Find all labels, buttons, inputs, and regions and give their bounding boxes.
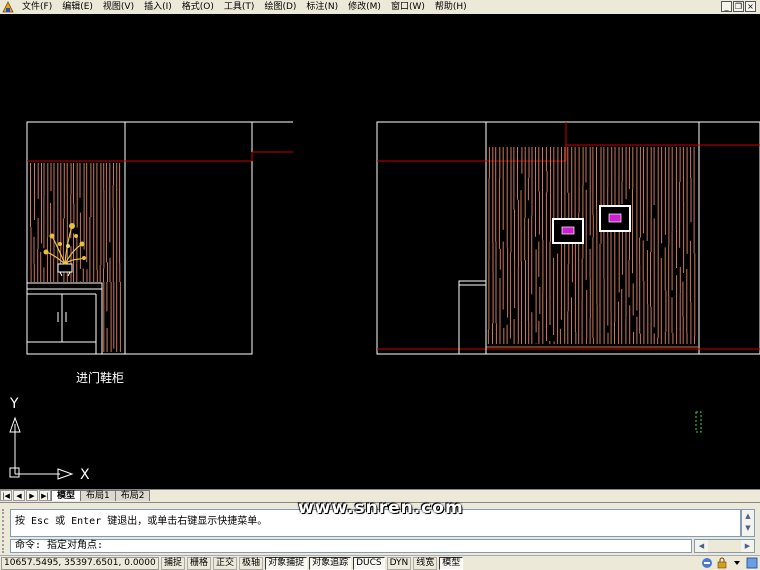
restore-icon[interactable]: ❐ <box>733 1 744 12</box>
lock-icon[interactable] <box>716 557 728 569</box>
toggle-lineweight[interactable]: 线宽 <box>413 556 438 570</box>
drawing-canvas[interactable]: 进门鞋柜 Y X <box>0 14 760 489</box>
wood-grain-panel <box>30 163 121 352</box>
menu-tools[interactable]: 工具(T) <box>219 0 260 14</box>
menu-file[interactable]: 文件(F) <box>17 0 57 14</box>
selection-grip[interactable] <box>695 411 702 433</box>
toggle-osnap[interactable]: 对象捕捉 <box>265 556 308 570</box>
left-elevation <box>26 121 293 355</box>
toggle-dyn[interactable]: DYN <box>386 556 412 570</box>
command-history-scrollbar[interactable]: ▲ ▼ <box>741 509 755 537</box>
toggle-otrack[interactable]: 对象追踪 <box>309 556 352 570</box>
watermark: www.snren.com <box>298 498 464 518</box>
picture-frame-left <box>552 218 584 244</box>
command-window-grip[interactable] <box>2 509 6 553</box>
scroll-right-icon[interactable]: ▶ <box>741 540 754 552</box>
minimize-icon[interactable]: _ <box>721 1 732 12</box>
menu-bar: 文件(F) 编辑(E) 视图(V) 插入(I) 格式(O) 工具(T) 绘图(D… <box>0 0 760 14</box>
menu-draw[interactable]: 绘图(D) <box>259 0 301 14</box>
cad-drawing: 进门鞋柜 Y X <box>9 121 760 483</box>
chevron-down-icon[interactable] <box>731 557 743 569</box>
tab-layout2[interactable]: 布局2 <box>114 490 151 501</box>
autocad-app-icon[interactable] <box>2 1 14 13</box>
menu-view[interactable]: 视图(V) <box>98 0 139 14</box>
toggle-polar[interactable]: 极轴 <box>239 556 264 570</box>
status-bar: 10657.5495, 35397.6501, 0.0000 捕捉 栅格 正交 … <box>0 555 760 570</box>
menu-dimension[interactable]: 标注(N) <box>301 0 343 14</box>
next-tab-icon[interactable]: ▶ <box>26 490 38 501</box>
clean-screen-icon[interactable] <box>746 557 758 569</box>
prev-tab-icon[interactable]: ◀ <box>13 490 25 501</box>
menu-modify[interactable]: 修改(M) <box>343 0 386 14</box>
toggle-model[interactable]: 模型 <box>439 556 464 570</box>
menu-window[interactable]: 窗口(W) <box>386 0 430 14</box>
tab-layout1[interactable]: 布局1 <box>80 490 116 501</box>
menu-help[interactable]: 帮助(H) <box>430 0 472 14</box>
tab-model[interactable]: 模型 <box>51 490 82 501</box>
right-elevation <box>376 121 760 355</box>
command-input[interactable]: 命令: 指定对角点: <box>10 539 692 553</box>
toggle-grid[interactable]: 栅格 <box>187 556 212 570</box>
coordinate-readout[interactable]: 10657.5495, 35397.6501, 0.0000 <box>1 556 159 570</box>
last-tab-icon[interactable]: ▶| <box>39 490 51 501</box>
scroll-down-icon[interactable]: ▼ <box>742 522 754 534</box>
menu-edit[interactable]: 编辑(E) <box>57 0 98 14</box>
menu-insert[interactable]: 插入(I) <box>139 0 177 14</box>
first-tab-icon[interactable]: |◀ <box>0 490 12 501</box>
scroll-up-icon[interactable]: ▲ <box>742 510 754 522</box>
scroll-left-icon[interactable]: ◀ <box>695 540 708 552</box>
scroll-track[interactable] <box>708 540 741 552</box>
command-line-scrollbar[interactable]: ◀ ▶ <box>694 539 755 553</box>
ucs-icon: Y X <box>9 396 90 483</box>
toggle-ortho[interactable]: 正交 <box>213 556 238 570</box>
close-icon[interactable]: × <box>745 1 756 12</box>
ucs-y-label: Y <box>9 396 19 412</box>
potted-plant <box>43 223 86 277</box>
menu-format[interactable]: 格式(O) <box>177 0 219 14</box>
toggle-snap[interactable]: 捕捉 <box>161 556 186 570</box>
status-tray <box>701 557 758 569</box>
document-window-controls: _ ❐ × <box>721 1 756 12</box>
toggle-ducs[interactable]: DUCS <box>353 556 385 570</box>
picture-frame-right <box>599 205 631 232</box>
left-view-caption: 进门鞋柜 <box>76 370 124 385</box>
ucs-x-label: X <box>80 467 90 483</box>
communication-center-icon[interactable] <box>701 557 713 569</box>
wood-grain-wall <box>487 147 696 344</box>
